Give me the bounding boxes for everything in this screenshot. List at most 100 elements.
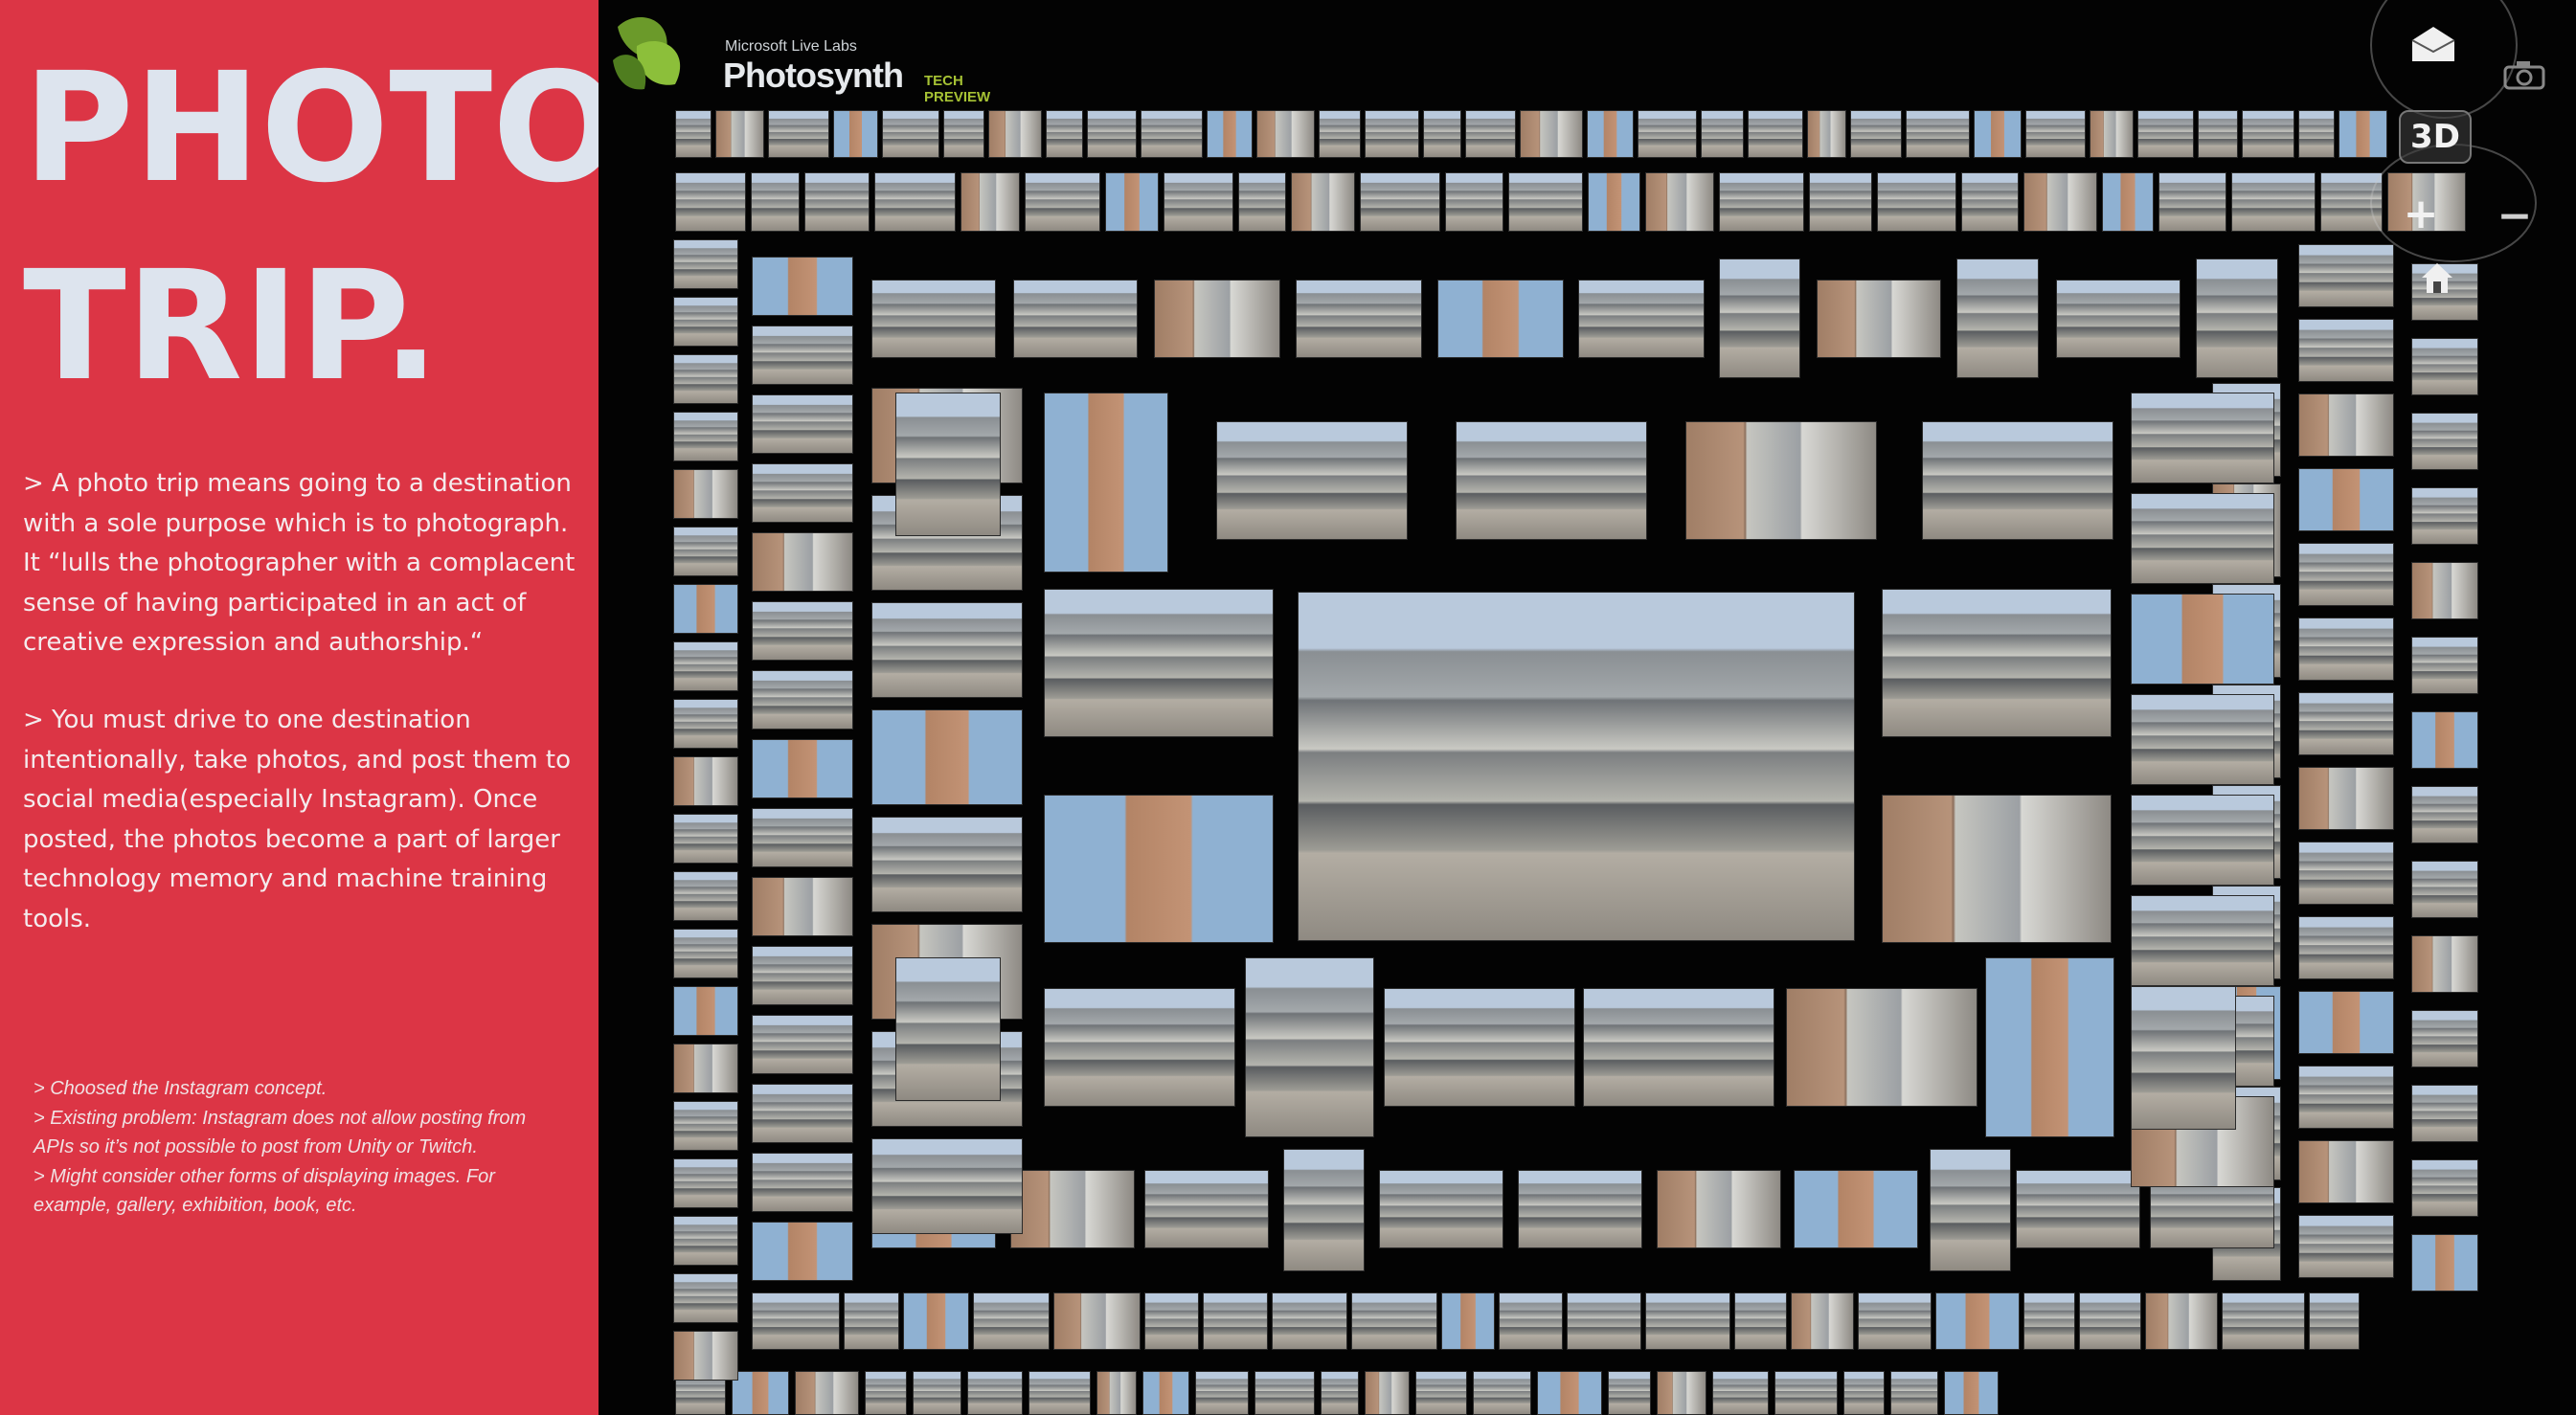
photo-thumbnail[interactable]: [1044, 795, 1274, 943]
photo-thumbnail[interactable]: [1360, 172, 1440, 232]
photo-thumbnail[interactable]: [1141, 110, 1203, 158]
photo-thumbnail[interactable]: [1423, 110, 1461, 158]
photo-thumbnail[interactable]: [673, 584, 738, 634]
photo-thumbnail[interactable]: [1882, 795, 2112, 943]
home-button[interactable]: [2416, 257, 2458, 299]
photo-thumbnail[interactable]: [2298, 1066, 2394, 1129]
photo-thumbnail[interactable]: [1238, 172, 1286, 232]
photo-thumbnail[interactable]: [1384, 988, 1575, 1107]
photo-thumbnail[interactable]: [1298, 592, 1855, 941]
photo-thumbnail[interactable]: [1441, 1292, 1495, 1350]
photo-thumbnail[interactable]: [1245, 957, 1374, 1137]
photo-thumbnail[interactable]: [960, 172, 1020, 232]
photo-thumbnail[interactable]: [1877, 172, 1956, 232]
photo-thumbnail[interactable]: [1719, 258, 1800, 378]
photo-thumbnail[interactable]: [1701, 110, 1744, 158]
photo-thumbnail[interactable]: [752, 257, 853, 316]
photo-thumbnail[interactable]: [1882, 589, 2112, 737]
photo-thumbnail[interactable]: [1044, 393, 1168, 573]
photo-thumbnail[interactable]: [2309, 1292, 2360, 1350]
photo-thumbnail[interactable]: [2023, 172, 2097, 232]
photo-thumbnail[interactable]: [2411, 413, 2478, 470]
photo-thumbnail[interactable]: [871, 817, 1023, 912]
photo-thumbnail[interactable]: [1657, 1371, 1706, 1415]
photo-thumbnail[interactable]: [673, 699, 738, 749]
photo-thumbnail[interactable]: [1608, 1371, 1651, 1415]
photo-thumbnail[interactable]: [1843, 1371, 1885, 1415]
photo-thumbnail[interactable]: [2298, 991, 2394, 1054]
photo-thumbnail[interactable]: [1956, 258, 2039, 378]
photo-thumbnail[interactable]: [2131, 795, 2274, 886]
photo-thumbnail[interactable]: [2411, 487, 2478, 545]
photo-thumbnail[interactable]: [2298, 543, 2394, 606]
photo-thumbnail[interactable]: [1028, 1371, 1091, 1415]
photo-thumbnail[interactable]: [752, 1084, 853, 1143]
photo-thumbnail[interactable]: [752, 463, 853, 523]
photo-thumbnail[interactable]: [882, 110, 939, 158]
camera-button[interactable]: [2499, 56, 2549, 94]
photo-thumbnail[interactable]: [1154, 280, 1280, 358]
photo-thumbnail[interactable]: [1858, 1292, 1932, 1350]
photo-thumbnail[interactable]: [1351, 1292, 1437, 1350]
photo-thumbnail[interactable]: [1025, 172, 1100, 232]
photo-thumbnail[interactable]: [1817, 280, 1941, 358]
photo-thumbnail[interactable]: [2198, 110, 2238, 158]
photo-thumbnail[interactable]: [2411, 1010, 2478, 1067]
photo-thumbnail[interactable]: [1499, 1292, 1563, 1350]
photo-thumbnail[interactable]: [1719, 172, 1804, 232]
photo-thumbnail[interactable]: [871, 709, 1023, 805]
photo-thumbnail[interactable]: [673, 297, 738, 347]
photo-thumbnail[interactable]: [1588, 172, 1640, 232]
photo-thumbnail[interactable]: [1164, 172, 1233, 232]
photo-thumbnail[interactable]: [673, 354, 738, 404]
photo-thumbnail[interactable]: [1774, 1371, 1838, 1415]
photo-thumbnail[interactable]: [833, 110, 878, 158]
photo-thumbnail[interactable]: [1473, 1371, 1531, 1415]
photo-thumbnail[interactable]: [751, 172, 800, 232]
photo-thumbnail[interactable]: [2222, 1292, 2305, 1350]
photo-thumbnail[interactable]: [2090, 110, 2134, 158]
photo-thumbnail[interactable]: [673, 756, 738, 806]
photo-thumbnail[interactable]: [2411, 861, 2478, 918]
photo-thumbnail[interactable]: [2298, 618, 2394, 681]
photo-thumbnail[interactable]: [2298, 842, 2394, 905]
photo-thumbnail[interactable]: [1203, 1292, 1268, 1350]
photo-thumbnail[interactable]: [768, 110, 829, 158]
photo-thumbnail[interactable]: [1890, 1371, 1938, 1415]
photo-thumbnail[interactable]: [988, 110, 1042, 158]
photo-thumbnail[interactable]: [1291, 172, 1355, 232]
photosynth-viewer[interactable]: Microsoft Live Labs Photosynth TECH PREV…: [599, 0, 2576, 1415]
mail-button[interactable]: [2399, 10, 2468, 79]
photo-thumbnail[interactable]: [1657, 1170, 1781, 1248]
photo-thumbnail[interactable]: [1985, 957, 2114, 1137]
zoom-in-button[interactable]: +: [2399, 190, 2443, 238]
photo-thumbnail[interactable]: [2145, 1292, 2218, 1350]
photo-thumbnail[interactable]: [2131, 393, 2274, 483]
photo-thumbnail[interactable]: [895, 957, 1001, 1101]
photo-thumbnail[interactable]: [2411, 338, 2478, 395]
photo-thumbnail[interactable]: [2411, 637, 2478, 694]
photo-thumbnail[interactable]: [1786, 988, 1977, 1107]
view-3d-button[interactable]: 3D: [2399, 110, 2472, 164]
photo-thumbnail[interactable]: [2131, 694, 2274, 785]
photo-thumbnail[interactable]: [673, 641, 738, 691]
photo-thumbnail[interactable]: [2131, 493, 2274, 584]
photo-thumbnail[interactable]: [1935, 1292, 2020, 1350]
photo-thumbnail[interactable]: [1518, 1170, 1642, 1248]
photo-thumbnail[interactable]: [1944, 1371, 1999, 1415]
photo-thumbnail[interactable]: [673, 986, 738, 1036]
photo-thumbnail[interactable]: [1195, 1371, 1249, 1415]
photo-thumbnail[interactable]: [1144, 1292, 1199, 1350]
photo-thumbnail[interactable]: [1520, 110, 1583, 158]
photo-thumbnail[interactable]: [2196, 258, 2278, 378]
photo-thumbnail[interactable]: [1807, 110, 1846, 158]
photo-thumbnail[interactable]: [1930, 1149, 2011, 1271]
photo-thumbnail[interactable]: [2339, 110, 2387, 158]
photo-thumbnail[interactable]: [2411, 562, 2478, 619]
photo-thumbnail[interactable]: [2023, 1292, 2075, 1350]
photo-thumbnail[interactable]: [1734, 1292, 1787, 1350]
photo-thumbnail[interactable]: [1437, 280, 1564, 358]
photo-thumbnail[interactable]: [795, 1371, 859, 1415]
photo-thumbnail[interactable]: [1645, 1292, 1730, 1350]
photo-thumbnail[interactable]: [2298, 468, 2394, 531]
